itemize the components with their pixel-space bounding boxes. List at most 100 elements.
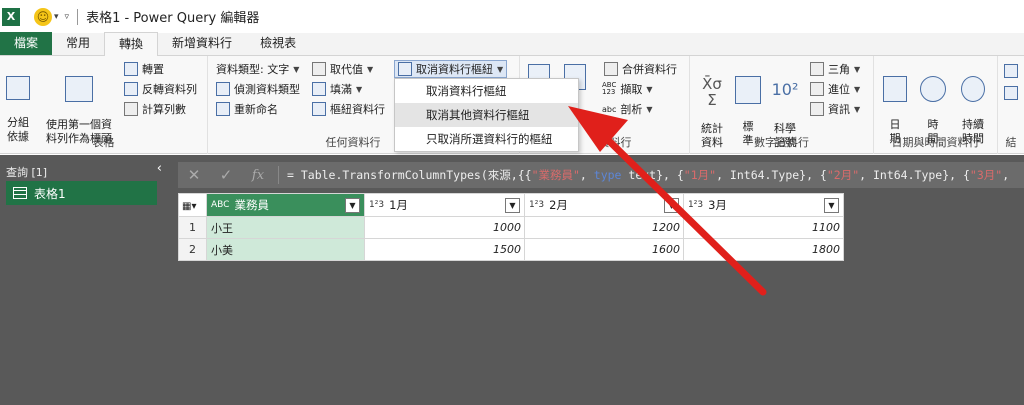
- transpose-label: 轉置: [142, 63, 164, 76]
- info-button[interactable]: 資訊 ▼: [810, 101, 860, 117]
- confirm-icon[interactable]: ✓: [210, 166, 242, 184]
- column-header-salesperson[interactable]: ABC 業務員 ▼: [206, 193, 365, 217]
- rounding-button[interactable]: 進位 ▼: [810, 81, 860, 97]
- table-cell[interactable]: 1600: [524, 238, 684, 261]
- unpivot-icon: [398, 62, 412, 76]
- transpose-button[interactable]: 轉置: [124, 61, 164, 77]
- table-cell[interactable]: 1500: [364, 238, 525, 261]
- formula-token: "業務員": [531, 168, 580, 182]
- smiley-feedback-icon[interactable]: ☺: [34, 7, 52, 26]
- column-header-feb[interactable]: 1²3 2月 ▼: [524, 193, 684, 217]
- replace-values-button[interactable]: 取代值 ▼: [312, 61, 373, 77]
- group-datetime-column: 日 期 時 間 持續 時間 日期與時間資料行: [874, 56, 998, 154]
- data-type-dropdown[interactable]: 資料類型: 文字 ▼: [216, 61, 299, 77]
- integer-type-icon[interactable]: 1²3: [688, 200, 703, 210]
- trig-label: 三角: [828, 63, 850, 76]
- chevron-down-icon: ▼: [356, 84, 363, 94]
- rename-button[interactable]: 重新命名: [216, 101, 278, 117]
- merge-columns-icon: [604, 62, 618, 76]
- column-name: 1月: [389, 198, 408, 212]
- tab-transform[interactable]: 轉換: [104, 32, 159, 56]
- formula-token: "2月": [826, 168, 860, 182]
- formula-token: , Int64.Type}, {: [716, 168, 827, 182]
- formula-separator: [278, 166, 279, 184]
- info-icon: [810, 102, 824, 116]
- customize-toolbar-icon[interactable]: ▿: [65, 12, 70, 22]
- sigma-icon: X̄σ Σ: [702, 75, 722, 109]
- group-label-structured: 結: [1005, 136, 1017, 149]
- tab-view[interactable]: 檢視表: [246, 32, 310, 55]
- group-by-button[interactable]: 分組 依據: [4, 62, 32, 144]
- extract-icon: ABC 123: [602, 81, 617, 96]
- filter-dropdown-icon[interactable]: ▼: [664, 197, 679, 213]
- pivot-column-button[interactable]: 樞紐資料行: [312, 101, 385, 117]
- main-area: ✕ ✓ fx = Table.TransformColumnTypes(來源,{…: [170, 155, 1024, 405]
- rounding-icon: [810, 82, 824, 96]
- filter-dropdown-icon[interactable]: ▼: [505, 197, 520, 213]
- integer-type-icon[interactable]: 1²3: [369, 200, 384, 210]
- menu-item-unpivot-columns[interactable]: 取消資料行樞紐: [395, 79, 578, 103]
- extract-label: 擷取: [620, 83, 643, 96]
- formula-token: ,: [1002, 168, 1010, 182]
- menu-item-unpivot-selected-only[interactable]: 只取消所選資料行的樞紐: [395, 127, 578, 151]
- structured-icon[interactable]: [1004, 86, 1018, 100]
- column-header-jan[interactable]: 1²3 1月 ▼: [364, 193, 525, 217]
- reverse-rows-button[interactable]: 反轉資料列: [124, 81, 197, 97]
- detect-type-button[interactable]: 偵測資料類型: [216, 81, 300, 97]
- integer-type-icon[interactable]: 1²3: [529, 200, 544, 210]
- cancel-icon[interactable]: ✕: [178, 166, 210, 184]
- group-label-datetime: 日期與時間資料行: [891, 136, 980, 149]
- table-row: 2 小美 1500 1600 1800: [178, 238, 844, 261]
- table-cell[interactable]: 1200: [524, 216, 684, 239]
- table-cell[interactable]: 小美: [206, 238, 365, 261]
- fill-label: 填滿: [330, 83, 352, 96]
- formula-text[interactable]: = Table.TransformColumnTypes(來源,{{"業務員",…: [287, 167, 1009, 183]
- group-label-number-column: 數字資料行: [754, 136, 809, 149]
- triangle-icon: [810, 62, 824, 76]
- chevron-down-icon: ▼: [854, 64, 861, 74]
- fill-button[interactable]: 填滿 ▼: [312, 81, 362, 97]
- transpose-icon: [124, 62, 138, 76]
- window-title: 表格1 - Power Query 編輯器: [86, 11, 260, 26]
- structured-icon[interactable]: [1004, 64, 1018, 78]
- filter-dropdown-icon[interactable]: ▼: [824, 197, 839, 213]
- chevron-down-icon: ▼: [854, 84, 861, 94]
- parse-label: 剖析: [620, 103, 643, 116]
- column-name: 2月: [549, 198, 568, 212]
- data-type-label: 資料類型: 文字: [216, 63, 290, 76]
- chevron-down-icon: ▼: [497, 64, 504, 74]
- tab-add-column[interactable]: 新增資料行: [158, 32, 246, 55]
- row-number[interactable]: 1: [178, 216, 207, 239]
- rename-label: 重新命名: [234, 103, 278, 116]
- query-item[interactable]: 表格1: [6, 181, 157, 205]
- extract-button[interactable]: ABC 123 擷取 ▼: [602, 81, 653, 97]
- filter-dropdown-icon[interactable]: ▼: [345, 197, 360, 213]
- text-type-icon[interactable]: ABC: [211, 200, 229, 210]
- column-name: 業務員: [234, 198, 269, 212]
- collapse-pane-icon[interactable]: ‹: [157, 161, 162, 176]
- fill-down-icon: [312, 82, 326, 96]
- table-cell[interactable]: 1000: [364, 216, 525, 239]
- unpivot-columns-dropdown[interactable]: 取消資料行樞紐 ▼: [394, 60, 508, 78]
- table-cell[interactable]: 小王: [206, 216, 365, 239]
- table-cell[interactable]: 1100: [683, 216, 844, 239]
- row-number[interactable]: 2: [178, 238, 207, 261]
- tab-file[interactable]: 檔案: [0, 32, 53, 55]
- menu-item-unpivot-other-columns[interactable]: 取消其他資料行樞紐: [395, 103, 578, 127]
- merge-columns-button[interactable]: 合併資料行: [604, 61, 677, 77]
- table-cell[interactable]: 1800: [683, 238, 844, 261]
- count-rows-button[interactable]: 計算列數: [124, 101, 186, 117]
- parse-button[interactable]: abc 剖析 ▼: [602, 101, 653, 117]
- table-headers-icon: [65, 76, 93, 102]
- trig-button[interactable]: 三角 ▼: [810, 61, 860, 77]
- tab-home[interactable]: 常用: [52, 32, 104, 55]
- table-menu-icon[interactable]: ▦▾: [178, 193, 207, 217]
- smiley-dropdown-icon[interactable]: ▾: [54, 12, 59, 22]
- fx-icon[interactable]: fx: [242, 168, 274, 183]
- column-name: 3月: [708, 198, 727, 212]
- table-row: 1 小王 1000 1200 1100: [178, 216, 844, 239]
- column-header-mar[interactable]: 1²3 3月 ▼: [683, 193, 844, 217]
- unpivot-menu: 取消資料行樞紐 取消其他資料行樞紐 只取消所選資料行的樞紐: [394, 78, 579, 152]
- group-number-column: X̄σ Σ 統計 資料 標 準 10² 科學 記號 三角 ▼ 進位 ▼ 資訊 ▼ 數字資…: [690, 56, 874, 154]
- group-label-text-column: 資料行: [598, 136, 632, 149]
